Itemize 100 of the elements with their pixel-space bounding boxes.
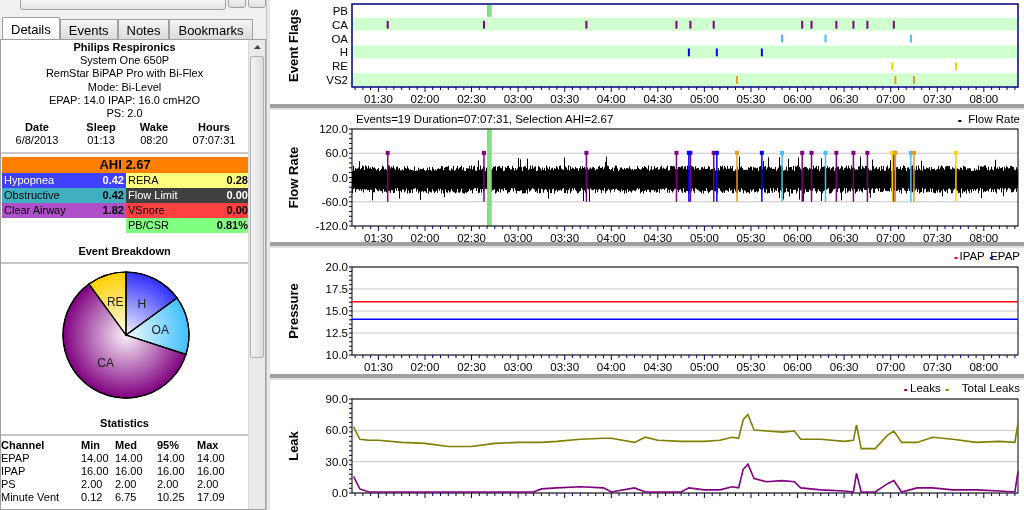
index-cell: PB/CSR 0.81%	[126, 218, 249, 234]
axis-tick-label: 30.0	[325, 455, 348, 468]
column-heading: Hours	[197, 121, 231, 135]
table-cell-text: 2.00	[81, 478, 104, 492]
axis-tick-label: 01:30	[364, 361, 393, 373]
ahi-banner: AHI 2.67	[2, 157, 249, 174]
legend-label: Total Leaks	[961, 382, 1020, 394]
axis-tick-label: 17.5	[325, 283, 348, 295]
axis-tick-label: 05:30	[736, 232, 766, 242]
axis-tick-label: 02:00	[410, 232, 440, 242]
column-heading: Date	[24, 121, 50, 135]
row-label: VS2	[326, 74, 348, 87]
axis-tick-label: 03:30	[550, 232, 580, 242]
index-cell: Obstructive 0.42	[2, 188, 126, 204]
axis-tick-label: 06:30	[829, 93, 859, 104]
column-heading: Min	[81, 439, 101, 453]
row-label: OA	[331, 32, 348, 45]
axis-tick-label: 12.5	[325, 327, 348, 339]
axis-tick-label: 07:00	[876, 93, 906, 104]
table-cell-text: IPAP	[1, 465, 27, 479]
table-cell-text: 0.12	[81, 491, 104, 505]
axis-tick-label: 05:00	[690, 93, 719, 104]
session-value: 6/8/2013	[14, 134, 60, 148]
axis-title: Leak	[286, 431, 301, 461]
table-cell-text: PS	[1, 478, 17, 492]
axis-tick-label: 08:00	[969, 361, 999, 373]
axis-tick-label: -120.0	[315, 220, 348, 232]
legend-label: Leaks	[910, 382, 941, 394]
table-cell-text: 2.00	[157, 478, 180, 492]
column-heading: 95%	[157, 439, 181, 453]
axis-tick-label: 05:00	[690, 361, 719, 373]
device-info: EPAP: 14.0 IPAP: 16.0 cmH2O	[47, 93, 202, 107]
axis-tick-label: 07:00	[876, 361, 906, 373]
axis-tick-label: 03:00	[503, 232, 533, 242]
device-info: Mode: Bi-Level	[86, 80, 163, 94]
session-value: 01:13	[86, 134, 116, 148]
table-cell-text: EPAP	[1, 452, 31, 466]
index-cell: Clear Airway 1.82	[2, 203, 126, 219]
axis-tick-label: 01:30	[364, 232, 393, 242]
section-title: Event Breakdown	[77, 245, 172, 258]
column-heading: Max	[197, 439, 220, 453]
graph-header: Events=19 Duration=07:07:31, Selection AHI=2.67	[356, 113, 614, 125]
axis-tick-label: 03:00	[503, 93, 533, 104]
axis-tick-label: 10.0	[325, 349, 348, 361]
index-cell: VSnore 0.00	[126, 203, 249, 219]
row-label: PB	[332, 4, 348, 17]
axis-tick-label: 07:30	[922, 232, 952, 242]
device-info: RemStar BiPAP Pro with Bi-Flex	[44, 67, 205, 81]
axis-title: Pressure	[286, 283, 301, 339]
column-heading: Sleep	[85, 121, 117, 135]
axis-tick-label: 05:30	[736, 93, 766, 104]
axis-tick-label: 60.0	[325, 424, 348, 437]
axis-tick-label: 05:30	[736, 361, 766, 373]
axis-tick-label: 02:00	[410, 361, 440, 373]
axis-tick-label: 120.0	[319, 123, 348, 135]
axis-tick-label: 04:00	[596, 232, 626, 242]
column-heading: Wake	[138, 121, 170, 135]
row-label: RE	[332, 60, 348, 73]
table-cell-text: 16.00	[157, 465, 186, 479]
axis-tick-label: 07:30	[922, 361, 952, 373]
slice-label: CA	[97, 356, 114, 371]
table-cell-text: 17.09	[197, 491, 226, 505]
table-cell-text: 14.00	[115, 452, 144, 466]
table-cell-text: 16.00	[197, 465, 226, 479]
table-cell-text: 2.00	[197, 478, 220, 492]
axis-title: Event Flags	[286, 9, 301, 82]
session-value: 08:20	[139, 134, 169, 148]
slice-label: RE	[106, 295, 124, 310]
axis-tick-label: 04:30	[643, 93, 673, 104]
table-cell-text: 6.75	[115, 491, 138, 505]
table-cell-text: 14.00	[157, 452, 186, 466]
axis-title: Flow Rate	[286, 146, 301, 209]
axis-tick-label: 03:30	[550, 361, 580, 373]
axis-tick-label: 07:30	[922, 93, 952, 104]
axis-tick-label: 06:30	[829, 361, 859, 373]
axis-tick-label: 20.0	[325, 261, 348, 273]
row-label: H	[339, 46, 348, 59]
axis-tick-label: 02:00	[410, 93, 440, 104]
slice-label: OA	[151, 322, 169, 337]
index-cell: Hypopnea 0.42	[2, 173, 126, 189]
table-cell-text: 14.00	[81, 452, 110, 466]
axis-tick-label: 06:00	[783, 232, 812, 242]
axis-tick-label: -60.0	[321, 195, 348, 208]
column-heading: Med	[115, 439, 138, 453]
table-cell-text: 14.00	[197, 452, 226, 466]
axis-tick-label: 06:30	[829, 232, 859, 242]
device-info: PS: 2.0	[105, 107, 144, 121]
index-cell: RERA 0.28	[126, 173, 249, 189]
row-label: CA	[332, 18, 348, 31]
table-cell-text: 2.00	[115, 478, 138, 492]
axis-tick-label: 04:00	[596, 361, 626, 373]
axis-tick-label: 60.0	[325, 147, 348, 160]
axis-tick-label: 04:00	[596, 93, 626, 104]
axis-tick-label: 06:00	[783, 361, 812, 373]
axis-tick-label: 15.0	[325, 305, 348, 317]
axis-tick-label: 08:00	[969, 93, 999, 104]
table-cell-text: 16.00	[81, 465, 110, 479]
table-cell-text: 16.00	[115, 465, 144, 479]
table-cell-text: Minute Vent	[1, 491, 61, 505]
axis-tick-label: 01:30	[364, 93, 393, 104]
